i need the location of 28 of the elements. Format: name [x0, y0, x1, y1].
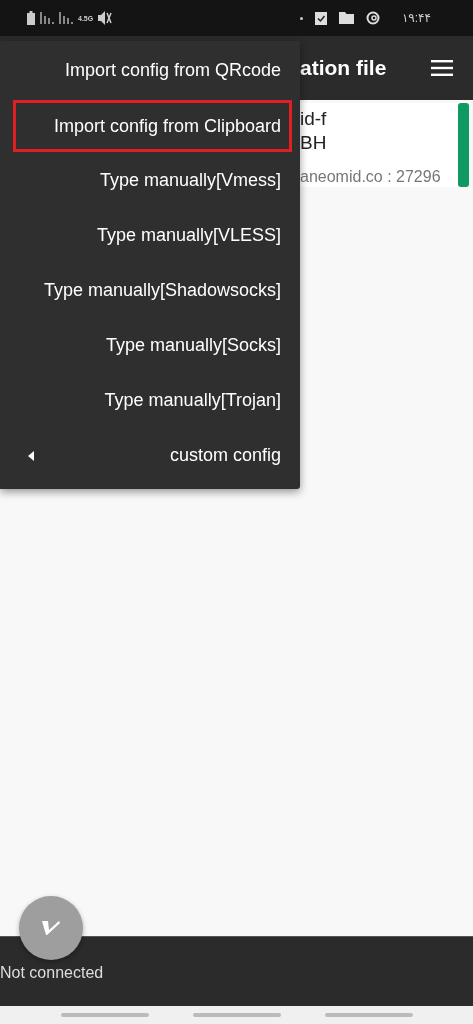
battery-icon	[27, 11, 35, 25]
menu-item[interactable]: Type manually[Trojan]	[0, 373, 300, 428]
folder-icon	[338, 12, 354, 24]
signal-icon	[40, 12, 54, 24]
clock: ۱۹:۴۴	[401, 11, 431, 25]
dot-icon	[299, 16, 303, 20]
app-icon	[365, 11, 380, 25]
signal-icon	[59, 12, 73, 24]
nav-handle[interactable]	[60, 1013, 149, 1017]
menu-item[interactable]: custom config	[0, 428, 300, 483]
menu-item[interactable]: Import config from QRcode	[0, 43, 300, 98]
nav-handle[interactable]	[192, 1013, 281, 1017]
connect-button[interactable]	[19, 896, 83, 960]
app-title: ation file	[300, 56, 387, 80]
server-address: aneomid.co : 27296	[300, 168, 441, 186]
server-type: BH	[300, 131, 327, 155]
checkbox-icon	[314, 11, 327, 25]
v-logo-icon	[41, 918, 61, 938]
server-name: id-f	[300, 107, 327, 131]
menu-item[interactable]: Type manually[Socks]	[0, 318, 300, 373]
menu-item[interactable]: Type manually[VLESS]	[0, 208, 300, 263]
mute-icon	[98, 11, 113, 25]
caret-icon	[28, 450, 34, 461]
menu-item[interactable]: Type manually[Shadowsocks]	[0, 263, 300, 318]
menu-icon[interactable]	[431, 60, 453, 76]
nav-handle[interactable]	[324, 1013, 413, 1017]
menu-item[interactable]: Import config from Clipboard	[13, 100, 292, 152]
connection-status: Not connected	[0, 963, 104, 982]
